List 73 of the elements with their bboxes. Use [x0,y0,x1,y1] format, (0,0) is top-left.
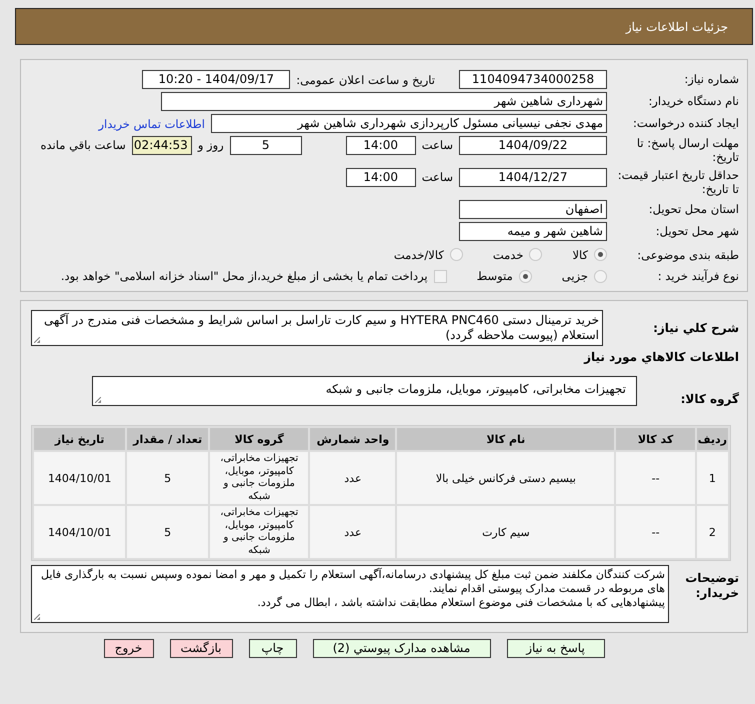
field-label: ایجاد کننده درخواست: [632,116,740,131]
field-label: کالا [572,248,588,262]
field-label: روز و [198,138,224,152]
table-cell: 1404/10/01 [34,506,126,558]
field-label: حداقل تاریخ اعتبار قیمت: تا تاریخ: [616,168,740,196]
radio-button[interactable] [594,248,607,262]
field-label: توضيحات خريدار: [684,571,740,602]
table-cell: 5 [127,506,208,558]
field-label: مهلت ارسال پاسخ: تا تاریخ: [636,136,740,165]
table-cell: تجهیزات مخابراتی، کامپیوتر، موبایل، ملزومات جانبی و شبکه [210,506,308,558]
description-field[interactable]: خرید ترمینال دستی HYTERA PNC460 و سیم کارت تاراسل بر اساس شرایط و مشخصات فنی مندرج در آگهی استعلام (پیوست ملاحظه گردد) [31,310,603,346]
buyer-field[interactable]: شهرداری شاهین شهر [161,92,607,111]
table-cell: عدد [310,506,396,558]
column-header: تعداد / مقدار [127,428,208,450]
field-label: جزیی [562,269,588,284]
table-cell: 5 [127,452,208,504]
column-header: گروه کالا [210,428,308,450]
field-label: استان محل تحویل: [648,202,740,216]
announce-date-field[interactable]: 1404/09/17 - 10:20 [142,70,290,89]
action-button[interactable]: خروج [104,639,154,658]
table-cell: 2 [696,506,728,558]
field-label: ساعت باقي مانده [40,138,126,152]
goods-group-field[interactable]: تجهیزات مخابراتی، کامپیوتر، موبایل، ملزومات جانبی و شبکه [92,376,637,406]
deadline-time-field[interactable]: 14:00 [346,136,416,155]
field-label: نوع فرآیند خرید : [656,268,740,284]
action-button[interactable]: بازگشت [170,639,232,658]
field-label: خدمت [492,248,524,262]
checkbox[interactable] [434,270,447,283]
field-label: شماره نیاز: [683,72,740,87]
days-field[interactable]: 5 [230,136,302,155]
column-header: واحد شمارش [310,428,396,450]
province-field[interactable]: اصفهان [459,200,607,218]
radio-button[interactable] [450,248,463,262]
field-label: ساعت [422,170,453,184]
section-heading: اطلاعات کالاهاي مورد نياز [582,350,739,364]
field-label: تاریخ و ساعت اعلان عمومی: [296,72,435,86]
table-cell: 1404/10/01 [34,452,126,504]
table-cell: 1 [696,452,728,504]
radio-button[interactable] [529,248,542,262]
city-field[interactable]: شاهین شهر و میمه [459,222,607,240]
field-label: ساعت [422,138,453,152]
radio-button[interactable] [594,270,607,283]
requester-field[interactable]: مهدی نجفی نیسیانی مسئول کارپردازی شهرداری شاهین شهر [211,114,607,133]
table-cell: تجهیزات مخابراتی، کامپیوتر، موبایل، ملزومات جانبی و شبکه [210,452,308,504]
action-button[interactable]: چاپ [248,639,296,658]
column-header: نام کالا [397,428,614,450]
field-label: شرح کلي نياز: [652,320,740,336]
column-header: ردیف [696,428,728,450]
validity-date-field[interactable]: 1404/12/27 [459,168,607,187]
page-header: جزئیات اطلاعات نیاز [15,8,753,45]
contact-link[interactable]: اطلاعات تماس خریدار [98,116,205,130]
field-label: نام دستگاه خریدار: [647,94,740,109]
field-label: شهر محل تحویل: [654,224,740,238]
table-cell: بیسیم دستی فرکانس خیلی بالا [397,452,614,504]
table-cell: -- [616,452,695,504]
field-label: پرداخت تمام یا بخشی از مبلغ خرید،از محل "اسناد خزانه اسلامی" خواهد بود. [60,269,428,284]
table-cell: -- [616,506,695,558]
deadline-date-field[interactable]: 1404/09/22 [459,136,607,155]
field-label: کالا/خدمت [394,248,444,262]
need-number-field[interactable]: 1104094734000258 [459,70,607,89]
remaining-time: 02:44:53 [132,136,192,155]
field-label: گروه کالا: [680,392,740,408]
table-cell: سیم کارت [397,506,614,558]
field-label: طبقه بندی موضوعی: [636,248,740,262]
action-button[interactable]: پاسخ به نیاز [506,639,604,658]
field-label: متوسط [476,269,513,284]
radio-button[interactable] [518,270,532,283]
validity-time-field[interactable]: 14:00 [346,168,416,187]
buyer-notes-field[interactable]: شرکت کنندگان مکلفند ضمن ثبت مبلغ کل پیشنهادی درسامانه،آگهی استعلام را تکمیل و مهر و امضا نموده وسپس نسبت به بارگذاری فایل های مربوطه در قسمت مدارک پیوستی اقدام نمایند. پیشنهادهایی که با مشخصات فنی موضوع استعلام مطابقت نداشته باشد ، ابطال می گردد. [31,565,669,624]
column-header: تاریخ نیاز [34,428,126,450]
action-button[interactable]: مشاهده مدارک پيوستي (2) [312,639,490,658]
table-cell: عدد [310,452,396,504]
column-header: کد کالا [616,428,695,450]
